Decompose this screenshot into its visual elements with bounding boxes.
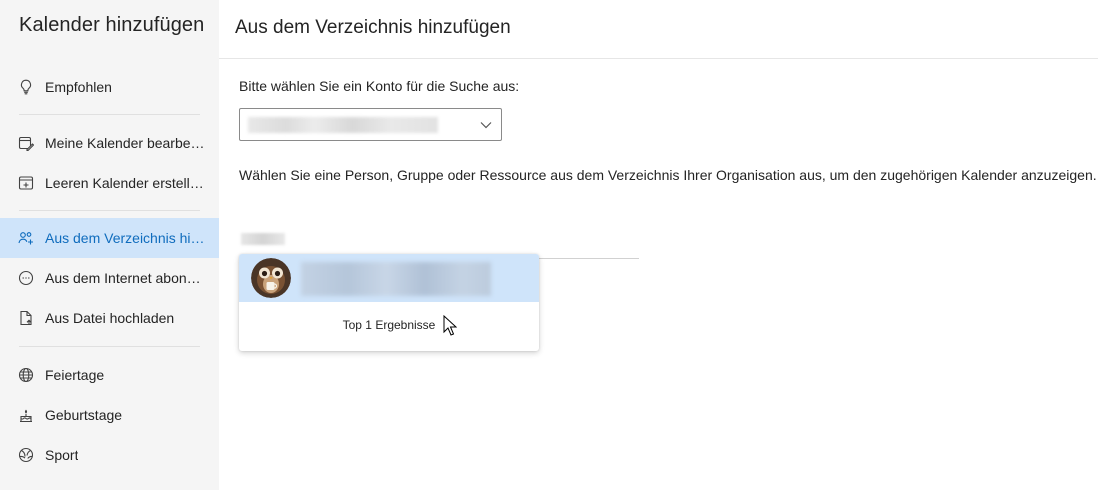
sidebar-title: Kalender hinzufügen (19, 14, 205, 36)
nav-item-recommended[interactable]: Empfohlen (0, 67, 219, 107)
file-upload-icon (18, 310, 34, 326)
nav-item-edit-calendars[interactable]: Meine Kalender bearbeiten (0, 123, 219, 163)
nav-item-label: Aus dem Internet abonnieren (45, 270, 205, 286)
nav-item-label: Sport (45, 447, 79, 463)
directory-description: Wählen Sie eine Person, Gruppe oder Ress… (239, 167, 1097, 183)
chevron-down-icon (479, 118, 493, 132)
nav-item-label: Empfohlen (45, 79, 112, 95)
mouse-cursor-icon (443, 315, 457, 336)
account-dropdown[interactable] (239, 108, 502, 141)
lightbulb-icon (18, 79, 34, 95)
sports-ball-icon (18, 447, 34, 463)
nav-item-birthdays[interactable]: Geburtstage (0, 395, 219, 435)
main-panel: Aus dem Verzeichnis hinzufügen Bitte wäh… (219, 0, 1098, 490)
nav-item-add-from-directory[interactable]: Aus dem Verzeichnis hinzufügen (0, 218, 219, 258)
nav-item-upload-from-file[interactable]: Aus Datei hochladen (0, 298, 219, 338)
suggestion-item[interactable] (239, 254, 539, 302)
search-value-redacted (241, 233, 285, 245)
nav-item-label: Aus Datei hochladen (45, 310, 175, 326)
nav-item-holidays[interactable]: Feiertage (0, 355, 219, 395)
nav-item-label: Meine Kalender bearbeiten (45, 135, 205, 151)
nav-item-subscribe-from-web[interactable]: Aus dem Internet abonnieren (0, 258, 219, 298)
sidebar-divider (19, 210, 200, 211)
nav-item-new-blank-calendar[interactable]: Leeren Kalender erstellen (0, 163, 219, 203)
add-calendar-icon (18, 175, 34, 191)
page-title: Aus dem Verzeichnis hinzufügen (235, 17, 511, 38)
globe-icon (18, 367, 34, 383)
birthday-cake-icon (18, 407, 34, 423)
edit-calendar-icon (18, 135, 34, 151)
sidebar: Kalender hinzufügen Empfohlen Meine Kale… (0, 0, 219, 490)
account-prompt: Bitte wählen Sie ein Konto für die Suche… (239, 78, 520, 94)
nav-item-label: Feiertage (45, 367, 105, 383)
people-add-icon (18, 230, 34, 246)
nav-item-sports[interactable]: Sport (0, 435, 219, 475)
results-count: Top 1 Ergebnisse (342, 318, 436, 332)
search-suggestions-popup: Top 1 Ergebnisse (239, 254, 539, 351)
nav-item-label: Geburtstage (45, 407, 123, 423)
link-circle-icon (18, 270, 34, 286)
header-divider (219, 58, 1098, 59)
sidebar-divider (19, 114, 200, 115)
suggestion-name-redacted (301, 262, 491, 296)
sidebar-divider (19, 346, 200, 347)
avatar (251, 258, 291, 298)
nav-item-label: Leeren Kalender erstellen (45, 175, 205, 191)
nav-item-label: Aus dem Verzeichnis hinzufügen (45, 230, 205, 246)
account-value-redacted (248, 117, 438, 133)
